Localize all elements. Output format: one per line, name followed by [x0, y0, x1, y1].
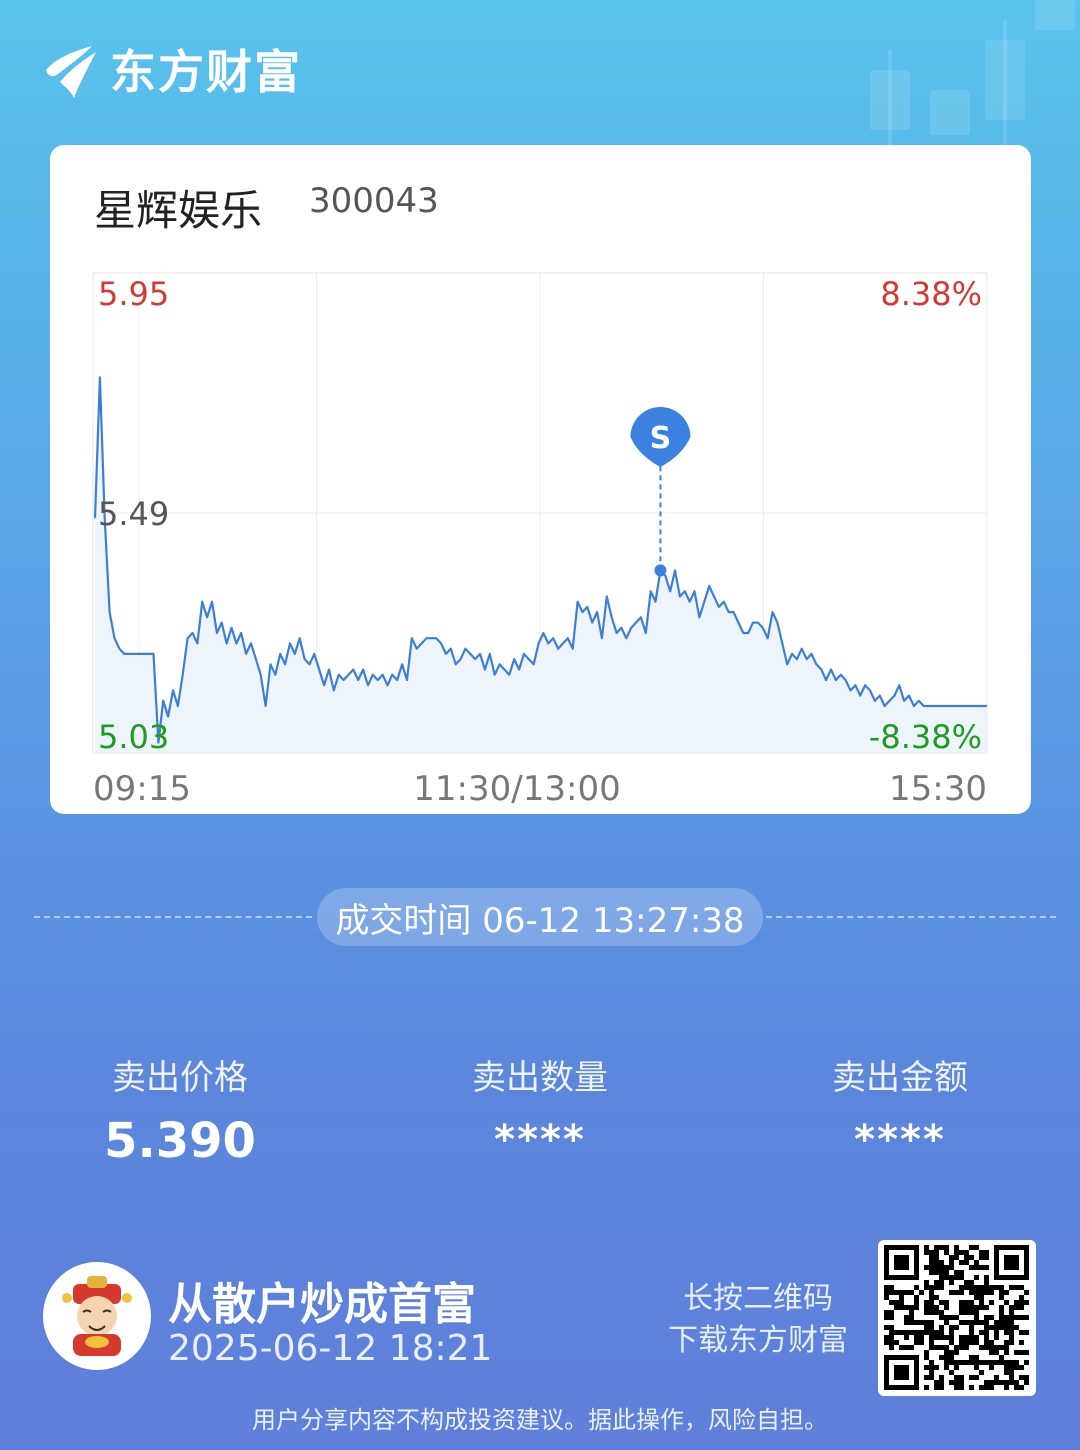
eastmoney-logo-icon: [46, 46, 96, 98]
sell-amount-label: 卖出金额: [832, 1058, 968, 1098]
y-label-low: 5.03: [98, 718, 169, 756]
pct-label-low: -8.38%: [869, 718, 982, 756]
sell-price-stat: 卖出价格 5.390: [30, 1050, 330, 1169]
share-datetime: 2025-06-12 18:21: [168, 1328, 493, 1369]
caishen-avatar-icon: [62, 1276, 132, 1356]
disclaimer: 用户分享内容不构成投资建议。据此操作，风险自担。: [252, 1406, 828, 1434]
sell-amount-value: ****: [854, 1117, 946, 1163]
dashed-divider-right: [766, 916, 1056, 918]
sell-price-value: 5.390: [104, 1113, 256, 1169]
x-label-open: 09:15: [93, 769, 191, 809]
sell-marker-label: S: [650, 421, 672, 456]
qr-code-icon: [884, 1245, 1029, 1390]
x-label-midday: 11:30/13:00: [413, 769, 620, 809]
sell-amount-stat: 卖出金额 ****: [750, 1050, 1050, 1163]
trade-time-badge: 成交时间 06-12 13:27:38: [317, 888, 763, 946]
sell-quantity-value: ****: [494, 1117, 586, 1163]
qr-code[interactable]: [878, 1240, 1036, 1396]
y-label-high: 5.95: [98, 275, 169, 313]
sell-price-label: 卖出价格: [112, 1058, 248, 1098]
marker-dot: [654, 564, 667, 577]
sell-quantity-label: 卖出数量: [472, 1058, 608, 1098]
slogan: 从散户炒成首富: [168, 1279, 476, 1330]
intraday-chart: S 5.95 5.49 5.03 8.38% -8.38% 09:15 11:30/13:00…: [92, 272, 988, 809]
avatar: [43, 1262, 151, 1370]
qr-hint: 长按二维码 下载东方财富: [660, 1278, 856, 1362]
y-label-mid: 5.49: [98, 495, 169, 533]
sell-quantity-stat: 卖出数量 ****: [390, 1050, 690, 1163]
stock-chart-card: 星辉娱乐 300043 S 5.95 5.49 5.03 8.38% -8.38% 09:1…: [50, 145, 1031, 814]
price-area: [95, 377, 987, 753]
pct-label-high: 8.38%: [880, 275, 982, 313]
trade-time-row: 成交时间 06-12 13:27:38: [0, 888, 1080, 946]
brand-name: 东方财富: [110, 45, 302, 99]
x-label-close: 15:30: [889, 769, 987, 809]
qr-hint-line-1: 长按二维码: [683, 1281, 833, 1316]
brand: 东方财富: [40, 36, 302, 102]
dashed-divider-left: [34, 916, 312, 918]
qr-hint-line-2: 下载东方财富: [668, 1323, 848, 1358]
